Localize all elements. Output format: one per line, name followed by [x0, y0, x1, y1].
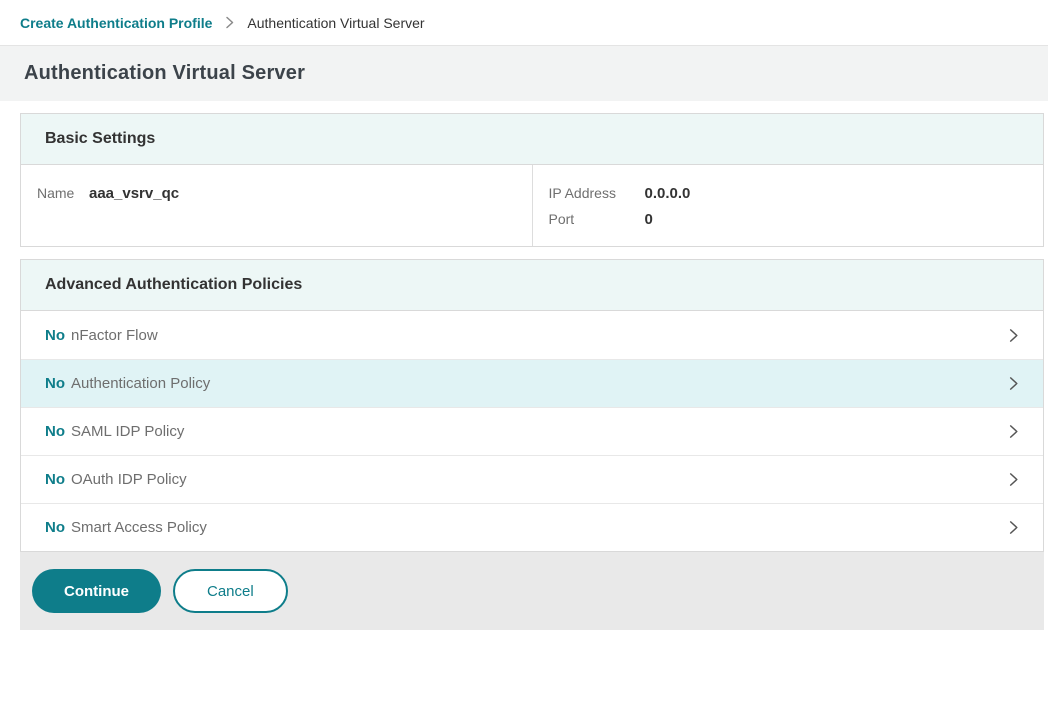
policy-count-badge: No	[45, 375, 65, 392]
policy-row-smart-access-policy[interactable]: No Smart Access Policy	[21, 503, 1043, 551]
basic-settings-right-column: IP Address 0.0.0.0 Port 0	[532, 165, 1044, 246]
chevron-right-icon	[1006, 472, 1021, 487]
chevron-right-icon	[1006, 376, 1021, 391]
policy-count-badge: No	[45, 471, 65, 488]
port-value: 0	[645, 211, 653, 228]
ip-address-label: IP Address	[549, 185, 645, 201]
ip-address-value: 0.0.0.0	[645, 185, 691, 202]
policy-label: nFactor Flow	[71, 327, 1006, 344]
breadcrumb: Create Authentication Profile Authentica…	[0, 0, 1048, 46]
policy-count-badge: No	[45, 519, 65, 536]
continue-button[interactable]: Continue	[32, 569, 161, 613]
ip-address-field: IP Address 0.0.0.0	[549, 185, 1028, 202]
policy-row-nfactor-flow[interactable]: No nFactor Flow	[21, 311, 1043, 359]
name-label: Name	[37, 185, 89, 201]
action-bar: Continue Cancel	[20, 552, 1044, 630]
page-title: Authentication Virtual Server	[24, 62, 305, 85]
page-title-bar: Authentication Virtual Server	[0, 46, 1048, 101]
breadcrumb-chevron-icon	[224, 16, 235, 29]
name-field: Name aaa_vsrv_qc	[37, 185, 516, 202]
basic-settings-title: Basic Settings	[45, 130, 155, 148]
breadcrumb-current-page: Authentication Virtual Server	[247, 15, 424, 31]
advanced-authentication-policies-panel: Advanced Authentication Policies No nFac…	[20, 259, 1044, 552]
basic-settings-panel: Basic Settings Name aaa_vsrv_qc IP Addre…	[20, 113, 1044, 247]
policy-count-badge: No	[45, 423, 65, 440]
basic-settings-body: Name aaa_vsrv_qc IP Address 0.0.0.0 Port…	[21, 164, 1043, 246]
policy-count-badge: No	[45, 327, 65, 344]
policy-row-saml-idp-policy[interactable]: No SAML IDP Policy	[21, 407, 1043, 455]
policy-label: Authentication Policy	[71, 375, 1006, 392]
cancel-button[interactable]: Cancel	[173, 569, 288, 613]
basic-settings-header: Basic Settings	[21, 114, 1043, 164]
name-value: aaa_vsrv_qc	[89, 185, 179, 202]
chevron-right-icon	[1006, 328, 1021, 343]
advanced-policies-title: Advanced Authentication Policies	[45, 276, 302, 294]
advanced-policies-header: Advanced Authentication Policies	[21, 260, 1043, 310]
policy-row-authentication-policy[interactable]: No Authentication Policy	[21, 359, 1043, 407]
port-label: Port	[549, 211, 645, 227]
basic-settings-left-column: Name aaa_vsrv_qc	[21, 165, 532, 246]
chevron-right-icon	[1006, 424, 1021, 439]
policy-label: OAuth IDP Policy	[71, 471, 1006, 488]
breadcrumb-link-create-authentication-profile[interactable]: Create Authentication Profile	[20, 15, 212, 31]
port-field: Port 0	[549, 211, 1028, 228]
policy-row-oauth-idp-policy[interactable]: No OAuth IDP Policy	[21, 455, 1043, 503]
chevron-right-icon	[1006, 520, 1021, 535]
advanced-policies-body: No nFactor Flow No Authentication Policy…	[21, 310, 1043, 551]
policy-label: SAML IDP Policy	[71, 423, 1006, 440]
policy-label: Smart Access Policy	[71, 519, 1006, 536]
